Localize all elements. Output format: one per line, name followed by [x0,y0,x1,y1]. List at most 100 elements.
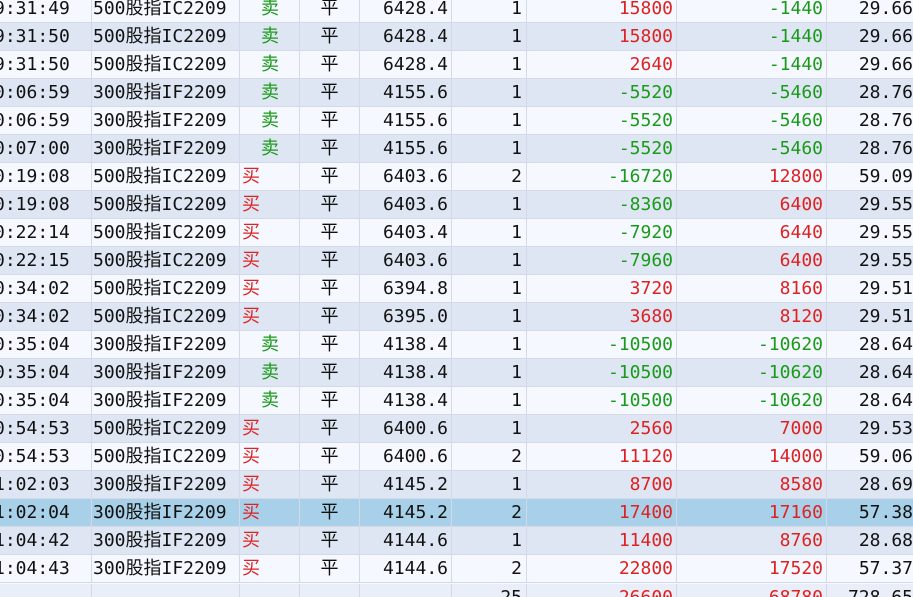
open-close-cell: 平 [300,303,360,331]
fee-cell: 29.66 [858,26,913,47]
trade-time-cell: 0:35:04 [0,387,92,415]
trade-time-cell: 9:31:50 [0,51,92,79]
table-row[interactable]: 0:34:02 500股指IC2209 买平 6395.0 1 3680 8120 29.51 [0,303,913,331]
profit-loss-cell: -10500 [527,331,677,359]
price-cell: 6400.6 [360,415,452,443]
position-profit-loss-cell: 8160 [677,275,827,303]
contract-name-cell: 300股指IF2209 [92,331,240,359]
position-profit-loss-cell: 17160 [677,499,827,527]
direction-cell: 卖 [240,79,300,107]
open-close-cell: 平 [300,219,360,247]
trade-time-cell: 0:22:14 [0,219,92,247]
table-row[interactable]: 0:19:08 500股指IC2209 买平 6403.6 1 -8360 6400 29.5… [0,191,913,219]
price-cell: 6428.4 [360,0,452,23]
open-close-cell: 平 [300,23,360,51]
table-row[interactable]: 0:54:53 500股指IC2209 买平 6400.6 1 2560 7000 29.53 [0,415,913,443]
direction-cell: 买 [240,303,300,331]
table-row[interactable]: 0:35:04 300股指IF2209 卖平 4138.4 1 -10500 -10620 2… [0,359,913,387]
direction-cell: 卖 [240,331,300,359]
quantity-cell: 1 [452,247,527,275]
table-row[interactable]: 9:31:49 500股指IC2209 卖平 6428.4 1 15800 -1440 29.… [0,0,913,23]
open-close-cell: 平 [300,471,360,499]
table-row[interactable]: 0:19:08 500股指IC2209 买平 6403.6 2 -16720 12800 59… [0,163,913,191]
price-cell: 4155.6 [360,107,452,135]
open-close-cell: 平 [300,135,360,163]
profit-loss-cell: -5520 [527,135,677,163]
trade-time-cell: 0:06:59 [0,79,92,107]
table-row[interactable]: 1:02:04 300股指IF2209 买平 4145.2 2 17400 17160 57.… [0,499,913,527]
trade-time-cell: 0:34:02 [0,275,92,303]
direction-cell: 买 [240,471,300,499]
table-row[interactable]: 0:54:53 500股指IC2209 买平 6400.6 2 11120 14000 59.… [0,443,913,471]
open-close-cell: 平 [300,191,360,219]
table-row[interactable]: 9:31:50 500股指IC2209 卖平 6428.4 1 15800 -1440 29.… [0,23,913,51]
direction-cell: 买 [240,527,300,555]
table-row[interactable]: 0:06:59 300股指IF2209 卖平 4155.6 1 -5520 -5460 28.… [0,107,913,135]
table-row[interactable]: 9:31:50 500股指IC2209 卖平 6428.4 1 2640 -1440 29.6… [0,51,913,79]
profit-loss-cell: -10500 [527,387,677,415]
trade-time-cell: 9:31:50 [0,23,92,51]
quantity-cell: 1 [452,415,527,443]
contract-name-cell: 300股指IF2209 [92,107,240,135]
quantity-cell: 1 [452,23,527,51]
contract-name-cell: 500股指IC2209 [92,191,240,219]
profit-loss-cell: 11120 [527,443,677,471]
profit-loss-cell: 3720 [527,275,677,303]
contract-name-cell: 500股指IC2209 [92,303,240,331]
price-cell: 4145.2 [360,471,452,499]
fee-cell: 29.55 [858,194,913,215]
quantity-cell: 1 [452,527,527,555]
position-profit-loss-cell: 8760 [677,527,827,555]
price-cell: 4138.4 [360,387,452,415]
price-cell: 4138.4 [360,331,452,359]
table-row[interactable]: 1:04:43 300股指IF2209 买平 4144.6 2 22800 17520 57.… [0,555,913,583]
table-row[interactable]: 0:35:04 300股指IF2209 卖平 4138.4 1 -10500 -10620 2… [0,387,913,415]
trade-time-cell: 0:19:08 [0,191,92,219]
table-row[interactable]: 1:04:42 300股指IF2209 买平 4144.6 1 11400 8760 28.6… [0,527,913,555]
trade-time-cell: 1:02:03 [0,471,92,499]
profit-loss-cell: -10500 [527,359,677,387]
price-cell: 6394.8 [360,275,452,303]
table-row[interactable]: 0:22:15 500股指IC2209 买平 6403.6 1 -7960 6400 29.5… [0,247,913,275]
total-profit-loss-cell: 26600 [527,584,677,597]
trade-time-cell: 1:02:04 [0,499,92,527]
direction-cell: 买 [240,555,300,583]
position-profit-loss-cell: 8120 [677,303,827,331]
profit-loss-cell: -8360 [527,191,677,219]
quantity-cell: 1 [452,359,527,387]
direction-cell: 卖 [240,387,300,415]
profit-loss-cell: 2560 [527,415,677,443]
price-cell: 4155.6 [360,79,452,107]
table-row[interactable]: 0:22:14 500股指IC2209 买平 6403.4 1 -7920 6440 29.5… [0,219,913,247]
fee-cell: 57.38 [858,502,913,523]
contract-name-cell: 500股指IC2209 [92,415,240,443]
profit-loss-cell: 8700 [527,471,677,499]
open-close-cell: 平 [300,555,360,583]
trade-time-cell: 1:04:42 [0,527,92,555]
contract-name-cell: 500股指IC2209 [92,219,240,247]
fee-cell: 28.64 [858,334,913,355]
price-cell: 6428.4 [360,51,452,79]
table-row[interactable]: 0:06:59 300股指IF2209 卖平 4155.6 1 -5520 -5460 28.… [0,79,913,107]
direction-cell: 卖 [240,0,300,23]
contract-name-cell: 500股指IC2209 [92,51,240,79]
quantity-cell: 1 [452,219,527,247]
contract-name-cell: 300股指IF2209 [92,555,240,583]
profit-loss-cell: 22800 [527,555,677,583]
table-row[interactable]: 0:35:04 300股指IF2209 卖平 4138.4 1 -10500 -10620 2… [0,331,913,359]
fee-cell: 29.55 [858,250,913,271]
contract-name-cell: 500股指IC2209 [92,163,240,191]
table-row[interactable]: 0:07:00 300股指IF2209 卖平 4155.6 1 -5520 -5460 28.… [0,135,913,163]
open-close-cell: 平 [300,387,360,415]
profit-loss-cell: 2640 [527,51,677,79]
table-row[interactable]: 0:34:02 500股指IC2209 买平 6394.8 1 3720 8160 29.51 [0,275,913,303]
open-close-cell: 平 [300,0,360,23]
table-row[interactable]: 1:02:03 300股指IF2209 买平 4145.2 1 8700 8580 28.69 [0,471,913,499]
open-close-cell: 平 [300,331,360,359]
total-empty-cell [300,584,360,597]
contract-name-cell: 500股指IC2209 [92,0,240,23]
total-fee-cell: 728.65 [827,584,913,597]
open-close-cell: 平 [300,275,360,303]
direction-cell: 买 [240,191,300,219]
fee-cell: 29.66 [858,0,913,19]
